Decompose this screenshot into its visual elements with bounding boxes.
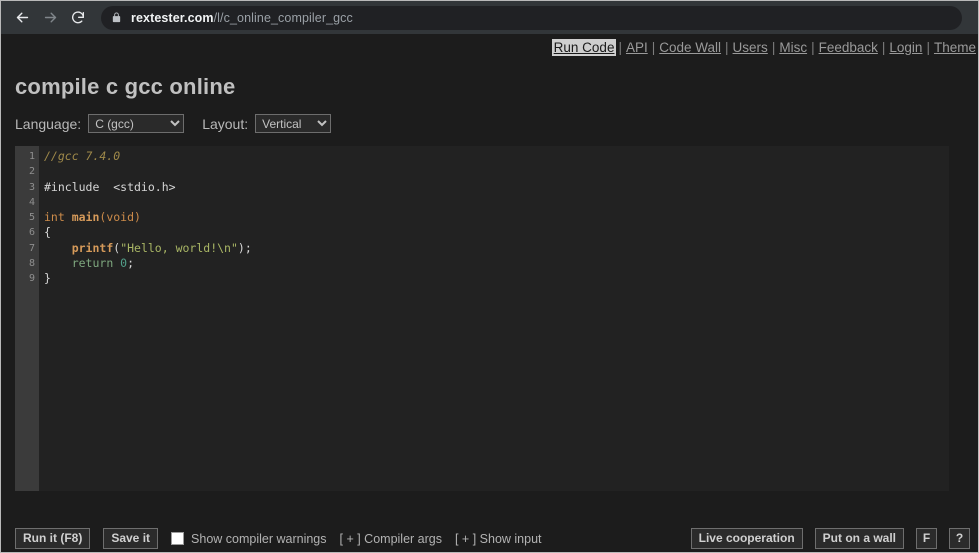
back-button[interactable] [9, 5, 35, 31]
page-body: Run Code|API|Code Wall|Users|Misc|Feedba… [1, 34, 978, 552]
arrow-right-icon [42, 9, 59, 26]
nav-separator: | [616, 40, 624, 55]
line-number: 3 [15, 180, 39, 195]
editor-controls: Language: C (gcc) Layout: Vertical [15, 114, 978, 133]
bottom-toolbar: Run it (F8) Save it Show compiler warnin… [1, 499, 978, 535]
code-token-include: #include <stdio.h> [44, 180, 176, 194]
line-number: 2 [15, 164, 39, 179]
save-button[interactable]: Save it [103, 528, 158, 549]
code-indent [44, 256, 72, 270]
url-domain: rextester.com [131, 11, 214, 25]
live-cooperation-button[interactable]: Live cooperation [691, 528, 803, 549]
browser-window: rextester.com/l/c_online_compiler_gcc Ru… [0, 0, 979, 553]
show-compiler-warnings-checkbox[interactable] [171, 532, 184, 545]
layout-select[interactable]: Vertical [255, 114, 331, 133]
url-text: rextester.com/l/c_online_compiler_gcc [131, 11, 353, 25]
code-token-string: "Hello, world!\n" [120, 241, 238, 255]
show-input-toggle[interactable]: [ + ] Show input [455, 532, 542, 546]
put-on-a-wall-button[interactable]: Put on a wall [815, 528, 904, 549]
code-token-comment: //gcc 7.4.0 [44, 149, 120, 163]
url-path: /l/c_online_compiler_gcc [214, 11, 353, 25]
nav-separator: | [723, 40, 731, 55]
toolbar-left-group: Run it (F8) Save it Show compiler warnin… [15, 528, 555, 549]
code-token-printf: printf [72, 241, 114, 255]
code-indent [44, 241, 72, 255]
browser-toolbar: rextester.com/l/c_online_compiler_gcc [1, 1, 978, 34]
nav-link-run-code[interactable]: Run Code [552, 39, 617, 56]
reload-icon [70, 10, 86, 26]
nav-link-theme[interactable]: Theme [932, 39, 978, 56]
help-button[interactable]: ? [949, 528, 970, 549]
line-number: 8 [15, 256, 39, 271]
line-number: 4 [15, 195, 39, 210]
code-token-function-main: main [72, 210, 100, 224]
code-editor[interactable]: 1 2 3 4 5 6 7 8 9 //gcc 7.4.0 #include <… [15, 146, 949, 491]
code-token-semicolon: ; [127, 256, 134, 270]
code-token-args: (void) [99, 210, 141, 224]
toolbar-right-group: Live cooperation Put on a wall F ? [679, 528, 970, 549]
line-number: 9 [15, 271, 39, 286]
code-token-close-brace: } [44, 271, 51, 285]
arrow-left-icon [14, 9, 31, 26]
code-token-paren-close: ); [238, 241, 252, 255]
nav-link-misc[interactable]: Misc [777, 39, 809, 56]
page-title: compile c gcc online [15, 74, 978, 100]
nav-link-users[interactable]: Users [731, 39, 770, 56]
compiler-args-toggle[interactable]: [ + ] Compiler args [340, 532, 442, 546]
fullscreen-button[interactable]: F [916, 528, 937, 549]
nav-link-api[interactable]: API [624, 39, 650, 56]
code-token-return: return [72, 256, 120, 270]
line-number: 6 [15, 225, 39, 240]
nav-separator: | [924, 40, 932, 55]
line-number-gutter: 1 2 3 4 5 6 7 8 9 [15, 146, 39, 491]
language-label: Language: [15, 116, 81, 132]
language-select[interactable]: C (gcc) [88, 114, 184, 133]
forward-button[interactable] [37, 5, 63, 31]
nav-link-feedback[interactable]: Feedback [817, 39, 880, 56]
layout-label: Layout: [202, 116, 248, 132]
code-token-open-brace: { [44, 225, 51, 239]
code-token-type: int [44, 210, 72, 224]
line-number: 7 [15, 241, 39, 256]
line-number: 1 [15, 149, 39, 164]
top-navigation: Run Code|API|Code Wall|Users|Misc|Feedba… [1, 34, 978, 62]
line-number: 5 [15, 210, 39, 225]
code-text-area[interactable]: //gcc 7.4.0 #include <stdio.h> int main(… [39, 146, 949, 491]
nav-link-code-wall[interactable]: Code Wall [657, 39, 723, 56]
address-bar[interactable]: rextester.com/l/c_online_compiler_gcc [101, 6, 962, 30]
show-compiler-warnings-label: Show compiler warnings [191, 532, 326, 546]
lock-icon [111, 11, 122, 24]
reload-button[interactable] [65, 5, 91, 31]
nav-separator: | [809, 40, 817, 55]
run-button[interactable]: Run it (F8) [15, 528, 90, 549]
nav-link-login[interactable]: Login [887, 39, 924, 56]
